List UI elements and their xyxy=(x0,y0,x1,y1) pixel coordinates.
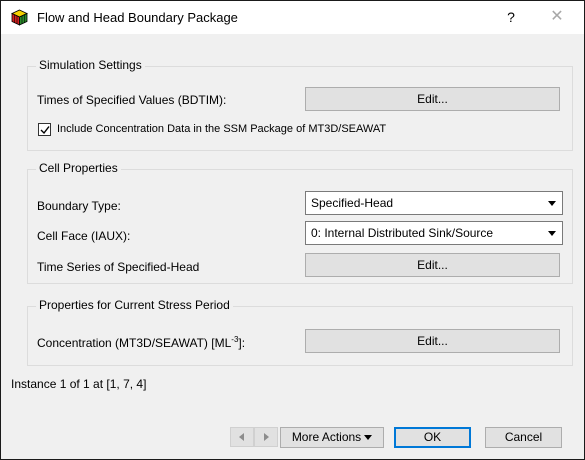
simulation-settings-legend: Simulation Settings xyxy=(36,58,145,72)
help-icon[interactable]: ? xyxy=(499,6,523,28)
title-bar: Flow and Head Boundary Package ? ✕ xyxy=(1,1,584,34)
close-icon[interactable]: ✕ xyxy=(545,6,569,28)
instance-status-text: Instance 1 of 1 at [1, 7, 4] xyxy=(11,377,147,391)
concentration-label-suffix: ]: xyxy=(238,336,246,350)
times-edit-button[interactable]: Edit... xyxy=(305,87,560,111)
boundary-type-select[interactable]: Specified-Head xyxy=(305,191,563,215)
next-arrow-icon xyxy=(264,433,269,441)
next-instance-button[interactable] xyxy=(254,427,278,447)
concentration-label: Concentration (MT3D/SEAWAT) [ML-3]: xyxy=(37,335,245,350)
more-actions-label: More Actions xyxy=(291,430,362,444)
cell-face-label: Cell Face (IAUX): xyxy=(37,229,131,243)
cell-face-value: 0: Internal Distributed Sink/Source xyxy=(311,226,494,240)
time-series-label: Time Series of Specified-Head xyxy=(37,260,200,274)
checkmark-icon xyxy=(40,126,50,135)
app-cube-icon xyxy=(11,9,28,26)
previous-instance-button[interactable] xyxy=(230,427,254,447)
boundary-type-label: Boundary Type: xyxy=(37,199,121,213)
dialog-window: Flow and Head Boundary Package ? ✕ Simul… xyxy=(0,0,585,460)
more-actions-button[interactable]: More Actions xyxy=(280,427,384,448)
ok-button[interactable]: OK xyxy=(394,427,471,448)
time-series-edit-button[interactable]: Edit... xyxy=(305,253,560,277)
boundary-type-value: Specified-Head xyxy=(311,196,394,210)
concentration-label-prefix: Concentration (MT3D/SEAWAT) [ML xyxy=(37,336,232,350)
dropdown-arrow-icon xyxy=(548,231,556,236)
previous-arrow-icon xyxy=(239,433,244,441)
cell-face-select[interactable]: 0: Internal Distributed Sink/Source xyxy=(305,221,563,245)
dropdown-arrow-icon xyxy=(364,435,373,441)
cell-properties-legend: Cell Properties xyxy=(36,161,121,175)
times-of-specified-values-label: Times of Specified Values (BDTIM): xyxy=(37,93,227,107)
include-concentration-label[interactable]: Include Concentration Data in the SSM Pa… xyxy=(57,123,386,135)
concentration-edit-button[interactable]: Edit... xyxy=(305,329,560,353)
cancel-button[interactable]: Cancel xyxy=(485,427,562,448)
stress-period-legend: Properties for Current Stress Period xyxy=(36,298,233,312)
window-title: Flow and Head Boundary Package xyxy=(37,10,238,25)
dropdown-arrow-icon xyxy=(548,201,556,206)
include-concentration-checkbox[interactable] xyxy=(38,123,51,136)
